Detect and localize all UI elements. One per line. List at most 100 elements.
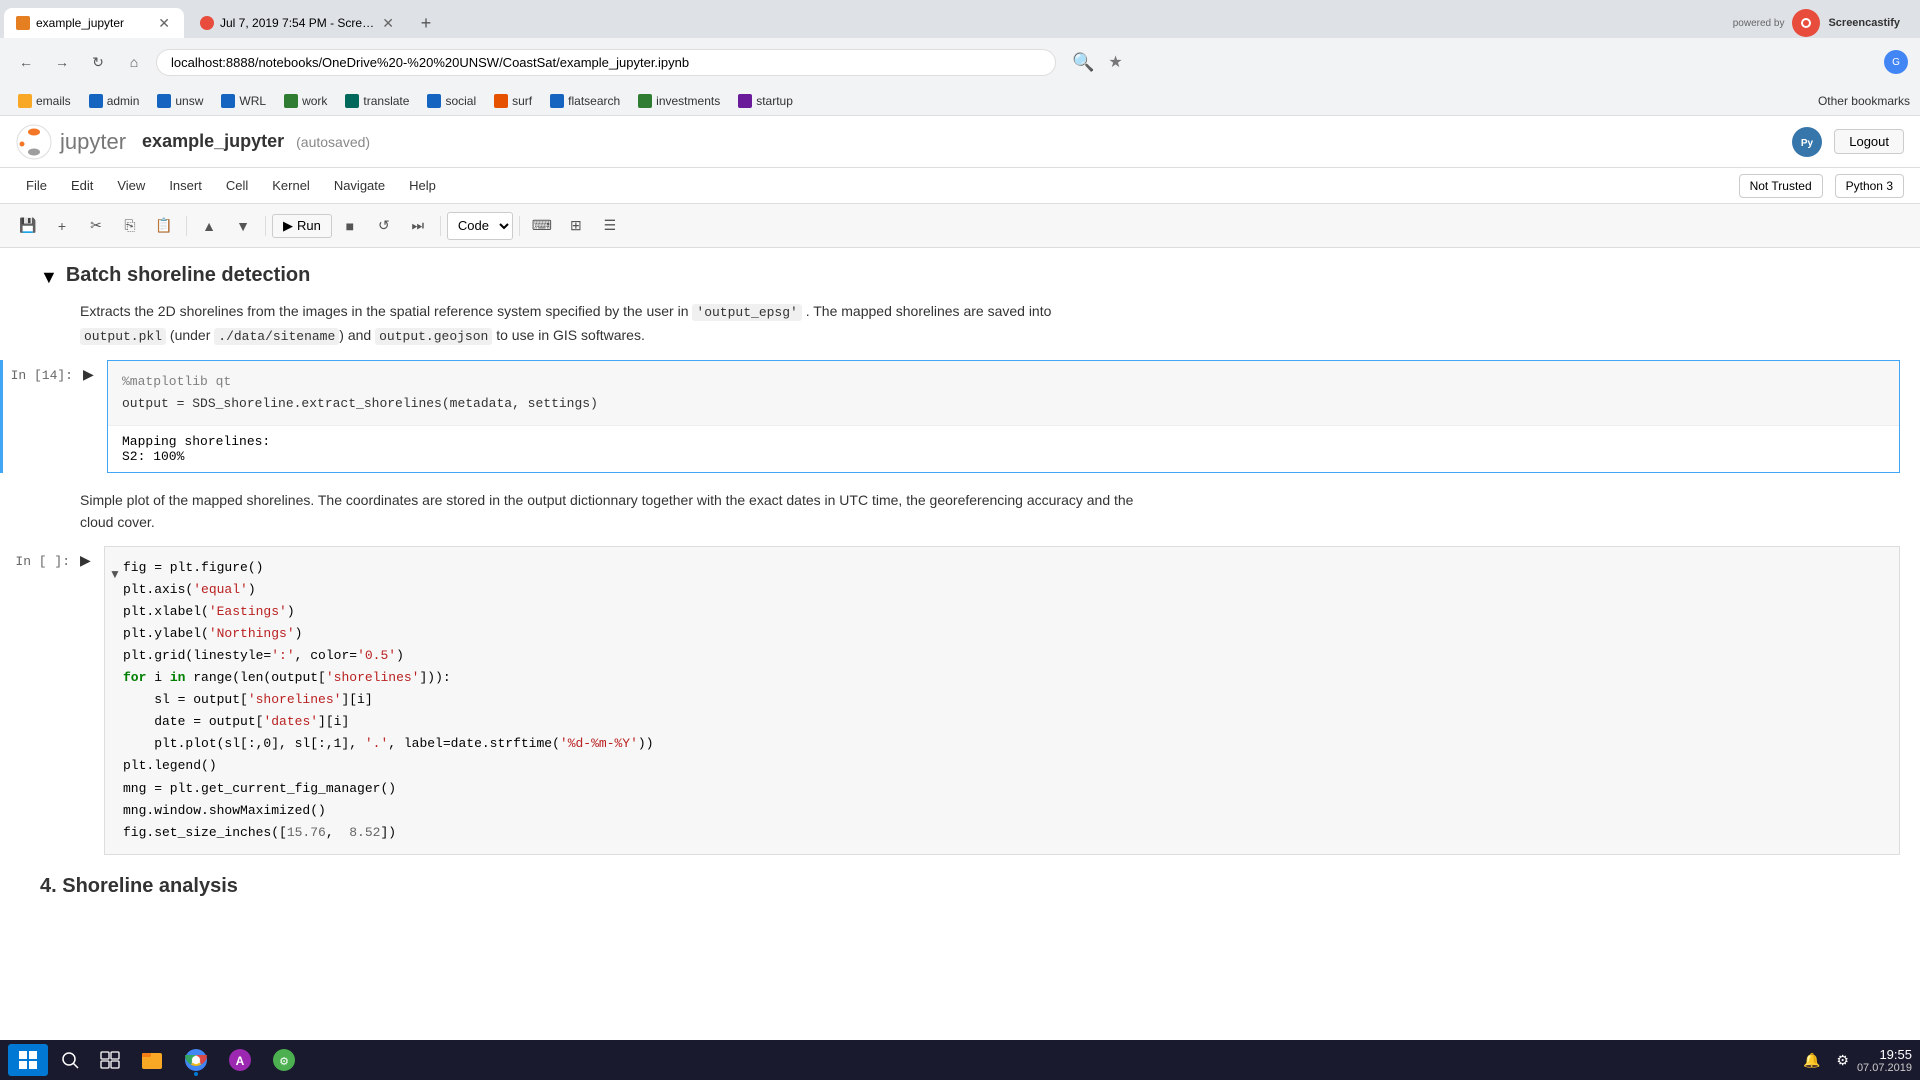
save-button[interactable]: 💾 [12, 212, 44, 240]
other-bookmarks[interactable]: Other bookmarks [1818, 94, 1910, 108]
bookmark-work-label: work [302, 94, 327, 108]
menu-navigate[interactable]: Navigate [324, 174, 395, 197]
code-line-13: fig.set_size_inches([15.76, 8.52]) [123, 822, 1885, 844]
cell-1-line-2: output = SDS_shoreline.extract_shoreline… [122, 393, 1885, 415]
collapse-section-button[interactable]: ▼ [40, 267, 58, 288]
cell-toolbar-button[interactable]: ☰ [594, 212, 626, 240]
bookmark-flatsearch-label: flatsearch [568, 94, 620, 108]
toolbar: 💾 + ✂ ⎘ 📋 ▲ ▼ ▶ Run ■ ↺ ⏭ Code ⌨ ⊞ ☰ [0, 204, 1920, 248]
toolbar-divider-4 [519, 216, 520, 236]
code-line-2: plt.axis('equal') [123, 579, 1885, 601]
cell-1-output-line-1: Mapping shorelines: [122, 434, 1885, 449]
desc-text-1d: ) and [339, 327, 375, 343]
interrupt-button[interactable]: ■ [334, 212, 366, 240]
cell-2-code[interactable]: fig = plt.figure() plt.axis('equal') plt… [105, 547, 1899, 854]
notebook-title[interactable]: example_jupyter [142, 131, 284, 152]
jupyter-header: jupyter example_jupyter (autosaved) Py L… [0, 116, 1920, 168]
bookmark-wrl[interactable]: WRL [213, 92, 274, 110]
bookmark-investments-label: investments [656, 94, 720, 108]
restart-button[interactable]: ↺ [368, 212, 400, 240]
desc-text-1e: to use in GIS softwares. [492, 327, 645, 343]
tab-favicon-screencast [200, 16, 214, 30]
svg-text:Py: Py [1801, 138, 1814, 149]
bookmark-admin[interactable]: admin [81, 92, 148, 110]
section-4-heading: 4. Shoreline analysis [0, 859, 1920, 902]
python3-badge: Python 3 [1835, 174, 1904, 198]
paste-button[interactable]: 📋 [148, 212, 180, 240]
star-bookmark-icon[interactable]: ★ [1108, 52, 1122, 72]
add-cell-button[interactable]: + [46, 212, 78, 240]
menu-cell[interactable]: Cell [216, 174, 258, 197]
bookmark-surf-icon [494, 94, 508, 108]
search-icon[interactable]: 🔍 [1072, 52, 1094, 73]
move-up-button[interactable]: ▲ [193, 212, 225, 240]
cell-1-output: Mapping shorelines: S2: 100% [108, 425, 1899, 472]
bookmark-unsw[interactable]: unsw [149, 92, 211, 110]
run-button[interactable]: ▶ Run [272, 214, 332, 238]
jupyter-logo-icon [16, 124, 52, 160]
tab-screencast[interactable]: Jul 7, 2019 7:54 PM - Screencast... ✕ [188, 8, 408, 38]
menu-edit[interactable]: Edit [61, 174, 103, 197]
menu-bar: File Edit View Insert Cell Kernel Naviga… [0, 168, 1920, 204]
bookmark-translate[interactable]: translate [337, 92, 417, 110]
bookmark-surf[interactable]: surf [486, 92, 540, 110]
tab-close-jupyter[interactable]: ✕ [156, 13, 172, 34]
home-button[interactable]: ⌂ [120, 48, 148, 76]
bookmark-wrl-label: WRL [239, 94, 266, 108]
cell-2-content: ▼ fig = plt.figure() plt.axis('equal') p… [104, 546, 1900, 855]
bookmark-social[interactable]: social [419, 92, 484, 110]
command-palette-button[interactable]: ⊞ [560, 212, 592, 240]
tab-close-screencast[interactable]: ✕ [380, 13, 396, 34]
bookmark-emails[interactable]: emails [10, 92, 79, 110]
menu-insert[interactable]: Insert [159, 174, 212, 197]
bookmark-work[interactable]: work [276, 92, 335, 110]
refresh-button[interactable]: ↻ [84, 48, 112, 76]
url-text: localhost:8888/notebooks/OneDrive%20-%20… [171, 55, 689, 70]
tab-active[interactable]: example_jupyter ✕ [4, 8, 184, 38]
code-line-10: plt.legend() [123, 755, 1885, 777]
not-trusted-badge[interactable]: Not Trusted [1739, 174, 1823, 198]
python-logo-icon: Py [1792, 127, 1822, 157]
copy-button[interactable]: ⎘ [114, 212, 146, 240]
cell-1-run-button[interactable]: ▶ [83, 366, 94, 383]
bookmark-wrl-icon [221, 94, 235, 108]
bookmark-startup-label: startup [756, 94, 793, 108]
cell-2-container: In [ ]: ▶ ▼ fig = plt.figure() plt.axis(… [0, 546, 1920, 855]
keyboard-shortcut-button[interactable]: ⌨ [526, 212, 558, 240]
cell-2-collapse-indicator[interactable]: ▼ [105, 567, 121, 581]
logout-button[interactable]: Logout [1834, 129, 1904, 154]
profile-icon[interactable]: G [1884, 50, 1908, 74]
desc-code-4: output.geojson [375, 328, 492, 345]
cell-1-code[interactable]: %matplotlib qt output = SDS_shoreline.ex… [108, 361, 1899, 425]
toolbar-divider-2 [265, 216, 266, 236]
new-tab-button[interactable]: + [412, 9, 440, 37]
jupyter-text: jupyter [60, 129, 126, 155]
move-down-button[interactable]: ▼ [227, 212, 259, 240]
menu-help[interactable]: Help [399, 174, 446, 197]
desc-text-1b: . The mapped shorelines are saved into [802, 303, 1052, 319]
menu-file[interactable]: File [16, 174, 57, 197]
cell-2-prompt: In [ ]: [0, 546, 80, 569]
bookmark-startup[interactable]: startup [730, 92, 801, 110]
cell-2-run-button[interactable]: ▶ [80, 552, 91, 569]
bookmark-flatsearch[interactable]: flatsearch [542, 92, 628, 110]
code-line-8: date = output['dates'][i] [123, 711, 1885, 733]
bookmark-flatsearch-icon [550, 94, 564, 108]
menu-kernel[interactable]: Kernel [262, 174, 320, 197]
tab-title-screencast: Jul 7, 2019 7:54 PM - Screencast... [220, 16, 374, 30]
menu-view[interactable]: View [107, 174, 155, 197]
bookmark-surf-label: surf [512, 94, 532, 108]
url-bar[interactable]: localhost:8888/notebooks/OneDrive%20-%20… [156, 49, 1056, 76]
code-line-12: mng.window.showMaximized() [123, 800, 1885, 822]
cut-button[interactable]: ✂ [80, 212, 112, 240]
code-line-11: mng = plt.get_current_fig_manager() [123, 778, 1885, 800]
forward-button[interactable]: → [48, 48, 76, 76]
bookmark-investments[interactable]: investments [630, 92, 728, 110]
back-button[interactable]: ← [12, 48, 40, 76]
cell-type-select[interactable]: Code [447, 212, 513, 240]
section-heading: ▼ Batch shoreline detection [0, 248, 1920, 292]
bookmark-work-icon [284, 94, 298, 108]
restart-run-button[interactable]: ⏭ [402, 212, 434, 240]
section-description: Extracts the 2D shorelines from the imag… [0, 292, 1200, 356]
run-label: Run [297, 218, 321, 233]
